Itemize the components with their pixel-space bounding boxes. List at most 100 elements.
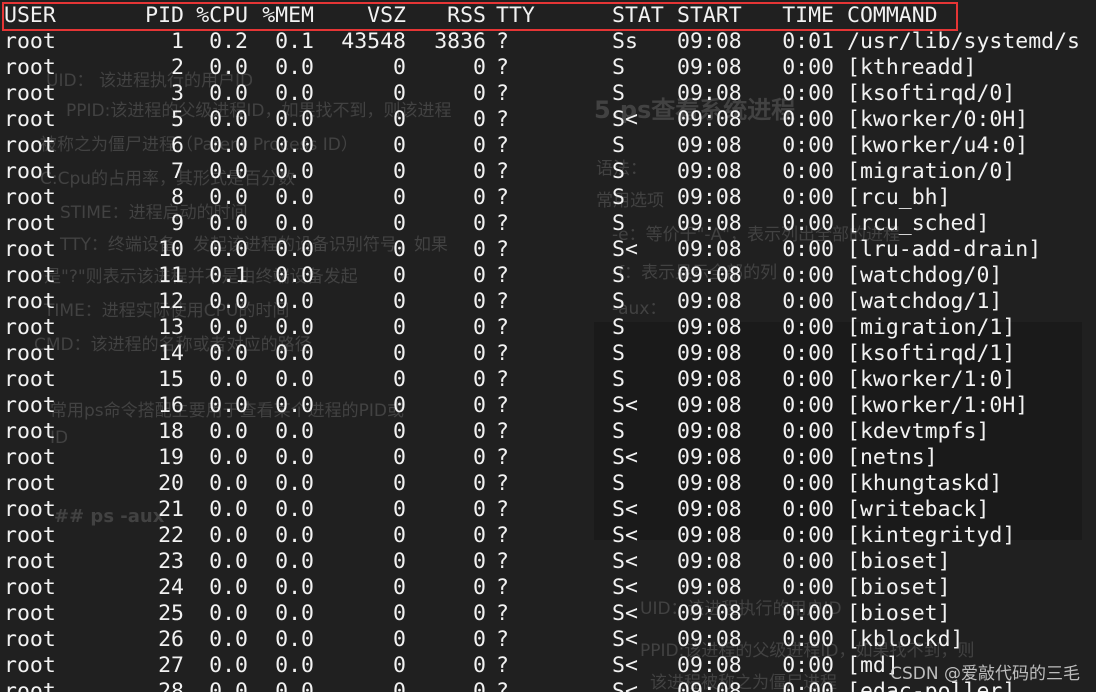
cell-time: 0:00	[782, 419, 834, 444]
cell-time: 0:00	[782, 679, 834, 692]
cell-tty: ?	[496, 653, 509, 678]
cell-pid: 3	[171, 81, 184, 106]
cell-rss: 0	[473, 497, 486, 522]
cell-user: root	[4, 653, 56, 678]
cell-tty: ?	[496, 627, 509, 652]
cell-pid: 23	[158, 549, 184, 574]
cell-cpu: 0.0	[209, 393, 248, 418]
cell-start: 09:08	[677, 497, 742, 522]
cell-pid: 8	[171, 185, 184, 210]
cell-pid: 7	[171, 159, 184, 184]
process-row: root 12 0.0 0.0 0 0? S 09:08 0:00 [watchdog/1]	[0, 289, 1096, 315]
cell-time: 0:00	[782, 55, 834, 80]
cell-user: root	[4, 185, 56, 210]
cell-rss: 0	[473, 445, 486, 470]
cell-rss: 0	[473, 627, 486, 652]
process-row: root 15 0.0 0.0 0 0? S 09:08 0:00 [kworker/1:0]	[0, 367, 1096, 393]
cell-tty: ?	[496, 367, 509, 392]
cell-command: [kworker/u4:0]	[847, 133, 1029, 158]
cell-command: [ksoftirqd/0]	[847, 81, 1016, 106]
cell-tty: ?	[496, 575, 509, 600]
cell-time: 0:00	[782, 185, 834, 210]
cell-tty: ?	[496, 445, 509, 470]
cell-start: 09:08	[677, 107, 742, 132]
cell-user: root	[4, 601, 56, 626]
cell-start: 09:08	[677, 185, 742, 210]
cell-cpu: 0.0	[209, 497, 248, 522]
process-row: root 7 0.0 0.0 0 0? S 09:08 0:00 [migration/0]	[0, 159, 1096, 185]
cell-pid: 21	[158, 497, 184, 522]
cell-tty: ?	[496, 289, 509, 314]
cell-mem: 0.0	[275, 107, 314, 132]
cell-command: [migration/1]	[847, 315, 1016, 340]
cell-user: root	[4, 263, 56, 288]
process-row: root 5 0.0 0.0 0 0? S< 09:08 0:00 [kworker/0:0H]	[0, 107, 1096, 133]
cell-tty: ?	[496, 419, 509, 444]
cell-stat: S	[612, 211, 625, 236]
cell-tty: ?	[496, 601, 509, 626]
cell-cpu: 0.2	[209, 29, 248, 54]
cell-user: root	[4, 289, 56, 314]
cell-cpu: 0.0	[209, 419, 248, 444]
cell-vsz: 0	[393, 367, 406, 392]
cell-cpu: 0.0	[209, 653, 248, 678]
cell-rss: 0	[473, 393, 486, 418]
cell-pid: 18	[158, 419, 184, 444]
cell-mem: 0.0	[275, 419, 314, 444]
process-row: root 10 0.0 0.0 0 0? S< 09:08 0:00 [lru-add-drain…	[0, 237, 1096, 263]
cell-command: /usr/lib/systemd/s	[847, 29, 1080, 54]
cell-vsz: 0	[393, 133, 406, 158]
cell-user: root	[4, 55, 56, 80]
cell-tty: ?	[496, 55, 509, 80]
cell-tty: ?	[496, 497, 509, 522]
cell-cpu: 0.0	[209, 315, 248, 340]
cell-command: [netns]	[847, 445, 938, 470]
cell-start: 09:08	[677, 315, 742, 340]
cell-tty: ?	[496, 393, 509, 418]
cell-stat: S	[612, 471, 625, 496]
cell-vsz: 0	[393, 81, 406, 106]
cell-vsz: 0	[393, 419, 406, 444]
cell-user: root	[4, 445, 56, 470]
cell-time: 0:00	[782, 575, 834, 600]
terminal-output: USER PID %CPU %MEM VSZ RSS TTY STAT STAR…	[0, 0, 1096, 692]
cell-command: [migration/0]	[847, 159, 1016, 184]
cell-user: root	[4, 575, 56, 600]
cell-rss: 0	[473, 133, 486, 158]
cell-start: 09:08	[677, 393, 742, 418]
cell-command: [rcu_bh]	[847, 185, 951, 210]
cell-vsz: 0	[393, 471, 406, 496]
cell-start: 09:08	[677, 445, 742, 470]
process-row: root 3 0.0 0.0 0 0? S 09:08 0:00 [ksoftirqd/0]	[0, 81, 1096, 107]
cell-time: 0:00	[782, 627, 834, 652]
cell-user: root	[4, 679, 56, 692]
cell-mem: 0.0	[275, 601, 314, 626]
cell-start: 09:08	[677, 289, 742, 314]
cell-user: root	[4, 393, 56, 418]
cell-stat: S<	[612, 679, 638, 692]
process-row: root 8 0.0 0.0 0 0? S 09:08 0:00 [rcu_bh]	[0, 185, 1096, 211]
cell-pid: 26	[158, 627, 184, 652]
cell-command: [kworker/0:0H]	[847, 107, 1029, 132]
cell-vsz: 0	[393, 575, 406, 600]
cell-mem: 0.0	[275, 81, 314, 106]
process-row: root 14 0.0 0.0 0 0? S 09:08 0:00 [ksoftirqd/1]	[0, 341, 1096, 367]
cell-user: root	[4, 627, 56, 652]
cell-mem: 0.0	[275, 549, 314, 574]
cell-tty: ?	[496, 81, 509, 106]
cell-start: 09:08	[677, 133, 742, 158]
cell-stat: S	[612, 185, 625, 210]
cell-vsz: 0	[393, 211, 406, 236]
cell-vsz: 0	[393, 55, 406, 80]
cell-rss: 0	[473, 471, 486, 496]
process-row: root 11 0.1 0.0 0 0? S 09:08 0:00 [watchdog/0]	[0, 263, 1096, 289]
cell-mem: 0.1	[275, 29, 314, 54]
cell-rss: 0	[473, 341, 486, 366]
cell-stat: S<	[612, 653, 638, 678]
cell-time: 0:00	[782, 445, 834, 470]
cell-time: 0:00	[782, 211, 834, 236]
cell-start: 09:08	[677, 159, 742, 184]
cell-rss: 0	[473, 159, 486, 184]
cell-pid: 22	[158, 523, 184, 548]
cell-command: [khungtaskd]	[847, 471, 1003, 496]
